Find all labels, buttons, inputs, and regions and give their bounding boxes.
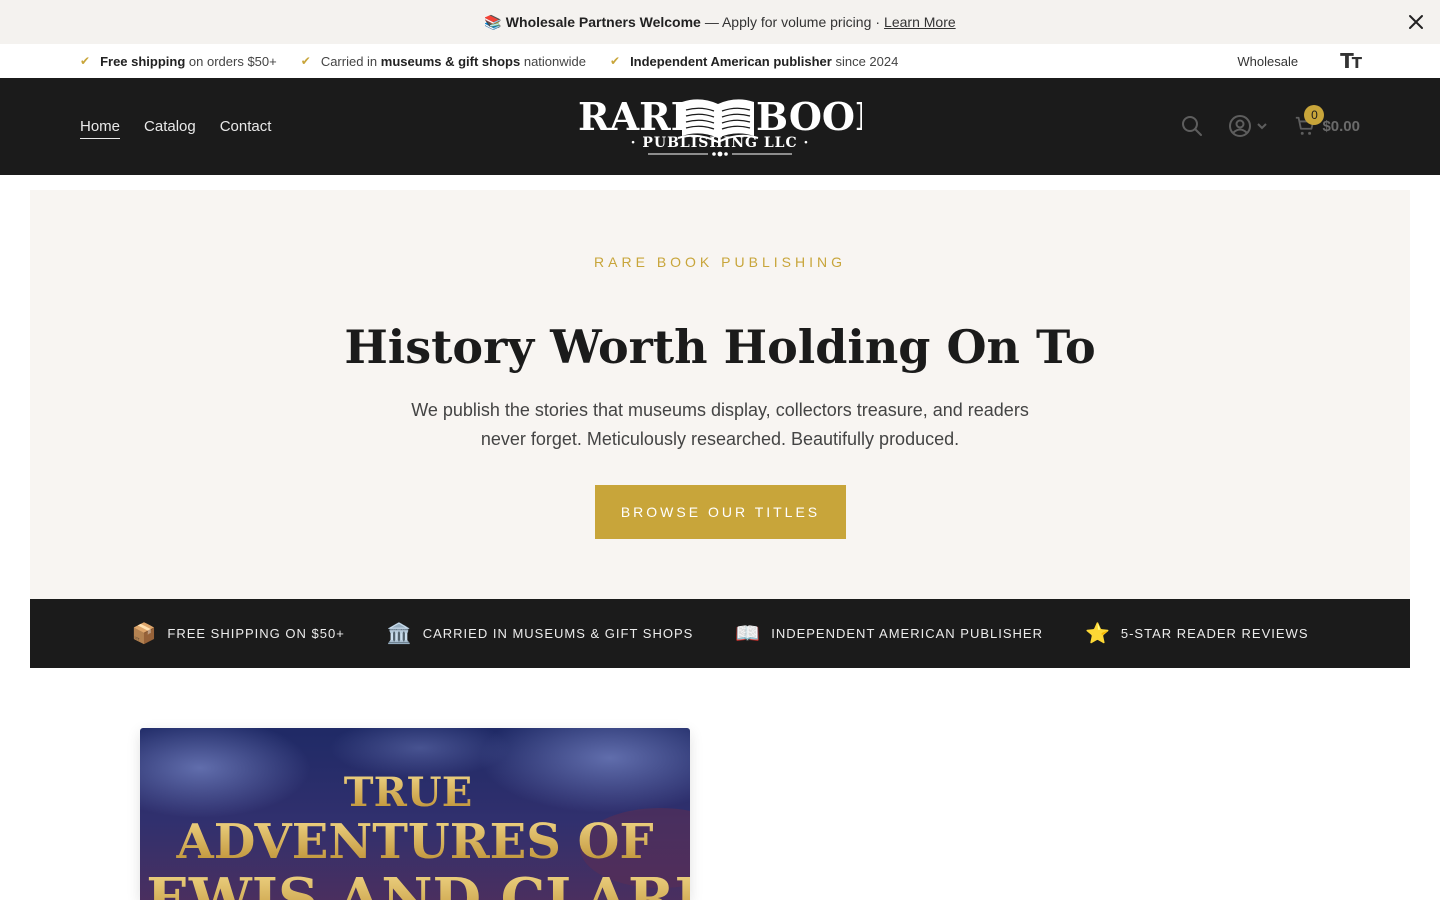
announcement-title: Wholesale Partners Welcome [505, 14, 701, 30]
account-menu[interactable] [1228, 114, 1268, 138]
trust-item-bold: Independent American publisher [630, 53, 832, 69]
hero-subtitle: We publish the stories that museums disp… [411, 400, 1029, 449]
feature-free-shipping: 📦 FREE SHIPPING ON $50+ [131, 621, 344, 646]
main-nav: Home Catalog Contact [80, 118, 271, 139]
logo-ornament [648, 151, 792, 157]
announcement-text: — Apply for volume pricing [704, 14, 872, 30]
logo-subtitle: · PUBLISHING LLC · [631, 135, 810, 151]
check-icon: ✔ [610, 54, 621, 68]
site-header: Home Catalog Contact RARE BOOK · PUBLISH… [0, 78, 1440, 175]
trust-bar-right: Wholesale TT [1237, 49, 1362, 73]
features-bar: 📦 FREE SHIPPING ON $50+ 🏛️ CARRIED IN MU… [30, 599, 1410, 668]
book-cover-image: TRUE ADVENTURES OF LEWIS AND CLARK [140, 728, 690, 900]
trust-item-museums: ✔ Carried in museums & gift shops nation… [301, 54, 586, 69]
hero-eyebrow: RARE BOOK PUBLISHING [594, 254, 846, 270]
star-icon: ⭐ [1084, 623, 1111, 645]
search-icon[interactable] [1180, 114, 1204, 138]
text-size-icon[interactable]: TT [1340, 49, 1362, 73]
account-icon [1229, 115, 1252, 137]
package-icon: 📦 [131, 623, 158, 645]
feature-label: INDEPENDENT AMERICAN PUBLISHER [771, 626, 1043, 641]
trust-item-publisher: ✔ Independent American publisher since 2… [610, 54, 898, 69]
books-emoji-icon: 📚 [484, 13, 502, 30]
trust-bar: ✔ Free shipping on orders $50+ ✔ Carried… [0, 44, 1440, 78]
nav-home[interactable]: Home [80, 118, 121, 139]
cart-button[interactable]: 0 $0.00 [1294, 105, 1360, 137]
logo-book-text: BOOK [756, 94, 862, 139]
cart-amount: $0.00 [1322, 117, 1360, 135]
hero-section: RARE BOOK PUBLISHING History Worth Holdi… [30, 190, 1410, 599]
feature-label: FREE SHIPPING ON $50+ [167, 626, 345, 641]
feature-label: CARRIED IN MUSEUMS & GIFT SHOPS [422, 626, 694, 641]
trust-item-bold: Free shipping [100, 53, 186, 69]
trust-item-text: on orders $50+ [188, 53, 277, 69]
nav-contact[interactable]: Contact [220, 118, 272, 139]
site-logo[interactable]: RARE BOOK · PUBLISHING LLC · [578, 92, 862, 160]
trust-item-text: nationwide [523, 53, 586, 69]
cover-title-line2: ADVENTURES OF [175, 814, 653, 870]
check-icon: ✔ [80, 54, 91, 68]
museum-icon: 🏛️ [386, 623, 413, 645]
trust-item-text: Carried in [320, 53, 378, 69]
check-icon: ✔ [300, 54, 311, 68]
close-icon[interactable] [1406, 12, 1426, 32]
feature-reviews: ⭐ 5-STAR READER REVIEWS [1085, 621, 1309, 646]
announcement-bar: 📚 Wholesale Partners Welcome — Apply for… [0, 0, 1440, 44]
chevron-down-icon [1257, 123, 1268, 130]
feature-museums: 🏛️ CARRIED IN MUSEUMS & GIFT SHOPS [387, 621, 693, 646]
nav-catalog[interactable]: Catalog [144, 118, 196, 139]
cover-title-line3: LEWIS AND CLARK [140, 866, 690, 900]
header-actions: 0 $0.00 [1180, 105, 1360, 138]
open-book-emoji-icon: 📖 [735, 623, 762, 645]
trust-item-text: since 2024 [835, 53, 899, 69]
feature-label: 5-STAR READER REVIEWS [1120, 626, 1309, 641]
cart-count-badge: 0 [1304, 105, 1325, 125]
wholesale-link[interactable]: Wholesale [1237, 54, 1298, 69]
logo-rare-text: RARE [578, 94, 700, 139]
hero-title: History Worth Holding On To [344, 320, 1096, 374]
product-card[interactable]: TRUE ADVENTURES OF LEWIS AND CLARK [140, 728, 690, 900]
announcement-separator: · [875, 14, 881, 30]
learn-more-link[interactable]: Learn More [884, 14, 956, 30]
feature-publisher: 📖 INDEPENDENT AMERICAN PUBLISHER [735, 621, 1043, 646]
trust-item-bold: museums & gift shops [380, 53, 521, 69]
trust-item-shipping: ✔ Free shipping on orders $50+ [80, 54, 277, 69]
cover-title-line1: TRUE [344, 769, 472, 816]
browse-titles-button[interactable]: BROWSE OUR TITLES [595, 485, 846, 539]
